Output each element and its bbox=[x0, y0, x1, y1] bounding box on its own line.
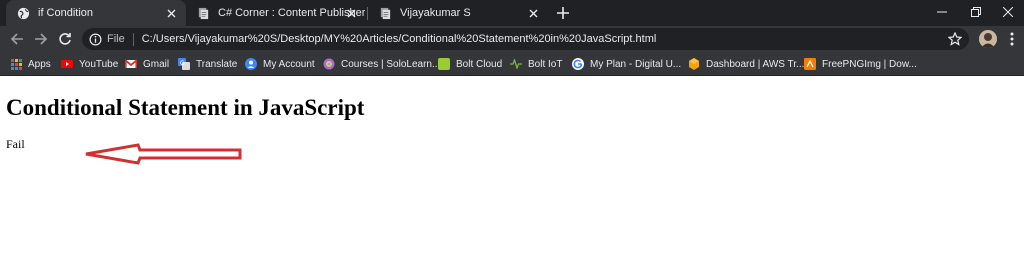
gmail-icon bbox=[125, 58, 137, 70]
bookmark-label: Apps bbox=[28, 58, 51, 70]
bookmark-label: My Plan - Digital U... bbox=[590, 58, 682, 70]
page-heading: Conditional Statement in JavaScript bbox=[6, 95, 365, 120]
forward-arrow-icon[interactable] bbox=[32, 30, 50, 48]
close-icon[interactable] bbox=[526, 6, 540, 20]
apps-grid-icon bbox=[10, 58, 22, 70]
bookmark-translate[interactable]: G Translate bbox=[178, 56, 237, 72]
bookmark-label: Bolt IoT bbox=[528, 58, 563, 70]
bookmark-youtube[interactable]: YouTube bbox=[61, 56, 118, 72]
bookmark-star-icon[interactable] bbox=[947, 31, 963, 47]
close-icon[interactable] bbox=[344, 6, 358, 20]
back-arrow-icon[interactable] bbox=[8, 30, 26, 48]
browser-toolbar: File C:/Users/Vijayakumar%20S/Desktop/MY… bbox=[0, 26, 1024, 52]
tab-if-condition[interactable]: if Condition bbox=[6, 0, 186, 26]
profile-avatar[interactable] bbox=[979, 30, 997, 48]
bookmark-bolt-cloud[interactable]: Bolt Cloud bbox=[438, 56, 502, 72]
omnibox-divider bbox=[132, 32, 134, 46]
plus-icon[interactable] bbox=[555, 5, 571, 21]
minimize-icon[interactable] bbox=[925, 0, 958, 24]
bookmark-label: Courses | SoloLearn... bbox=[341, 58, 441, 70]
bookmark-sololearn[interactable]: Courses | SoloLearn... bbox=[323, 56, 440, 72]
globe-icon bbox=[16, 6, 30, 20]
bookmark-my-plan[interactable]: My Plan - Digital U... bbox=[572, 56, 681, 72]
close-window-icon[interactable] bbox=[991, 0, 1024, 24]
close-icon[interactable] bbox=[164, 6, 178, 20]
page-viewport: Conditional Statement in JavaScript Fail bbox=[0, 77, 1024, 277]
google-account-icon bbox=[245, 58, 257, 70]
bookmark-apps[interactable]: Apps bbox=[10, 56, 51, 72]
bookmark-label: Translate bbox=[196, 58, 238, 70]
url-text[interactable]: C:/Users/Vijayakumar%20S/Desktop/MY%20Ar… bbox=[142, 33, 657, 45]
restore-icon[interactable] bbox=[959, 0, 992, 24]
bookmark-my-account[interactable]: My Account bbox=[245, 56, 315, 72]
bolt-iot-icon bbox=[510, 58, 522, 70]
scheme-label: File bbox=[107, 33, 125, 45]
bookmark-label: Gmail bbox=[143, 58, 170, 70]
bookmark-label: My Account bbox=[263, 58, 315, 70]
reload-icon[interactable] bbox=[56, 30, 74, 48]
bookmark-label: Dashboard | AWS Tr... bbox=[706, 58, 805, 70]
bookmark-bolt-iot[interactable]: Bolt IoT bbox=[510, 56, 562, 72]
bookmark-label: YouTube bbox=[79, 58, 119, 70]
bookmark-label: Bolt Cloud bbox=[456, 58, 503, 70]
translate-icon: G bbox=[178, 58, 190, 70]
aws-icon bbox=[688, 58, 700, 70]
freepng-icon bbox=[804, 58, 816, 70]
tab-strip: if Condition C# Corner : Content Publish… bbox=[0, 0, 1024, 26]
tab-title: if Condition bbox=[38, 7, 94, 19]
bolt-cloud-icon bbox=[438, 58, 450, 70]
sololearn-icon bbox=[323, 58, 335, 70]
svg-text:G: G bbox=[180, 60, 185, 67]
bookmark-freepngimg[interactable]: FreePNGImg | Dow... bbox=[804, 56, 917, 72]
page-icon bbox=[378, 6, 392, 20]
kebab-menu-icon[interactable] bbox=[1005, 31, 1019, 47]
google-g-icon bbox=[572, 58, 584, 70]
bookmark-aws-dashboard[interactable]: Dashboard | AWS Tr... bbox=[688, 56, 804, 72]
tab-vijayakumar[interactable]: Vijayakumar S bbox=[370, 0, 548, 26]
page-icon bbox=[196, 6, 210, 20]
bookmark-gmail[interactable]: Gmail bbox=[125, 56, 169, 72]
tab-title: Vijayakumar S bbox=[400, 7, 471, 19]
bookmark-label: FreePNGImg | Dow... bbox=[822, 58, 917, 70]
tab-separator bbox=[367, 7, 368, 20]
tab-csharp-corner[interactable]: C# Corner : Content Publisher bbox=[188, 0, 366, 26]
bookmarks-bar: Apps YouTube Gmail G Translate My Accoun… bbox=[0, 52, 1024, 76]
annotation-arrow bbox=[85, 143, 242, 165]
info-icon[interactable] bbox=[88, 32, 102, 46]
youtube-icon bbox=[61, 58, 73, 70]
address-bar[interactable]: File C:/Users/Vijayakumar%20S/Desktop/MY… bbox=[82, 28, 969, 50]
output-text: Fail bbox=[6, 137, 25, 151]
